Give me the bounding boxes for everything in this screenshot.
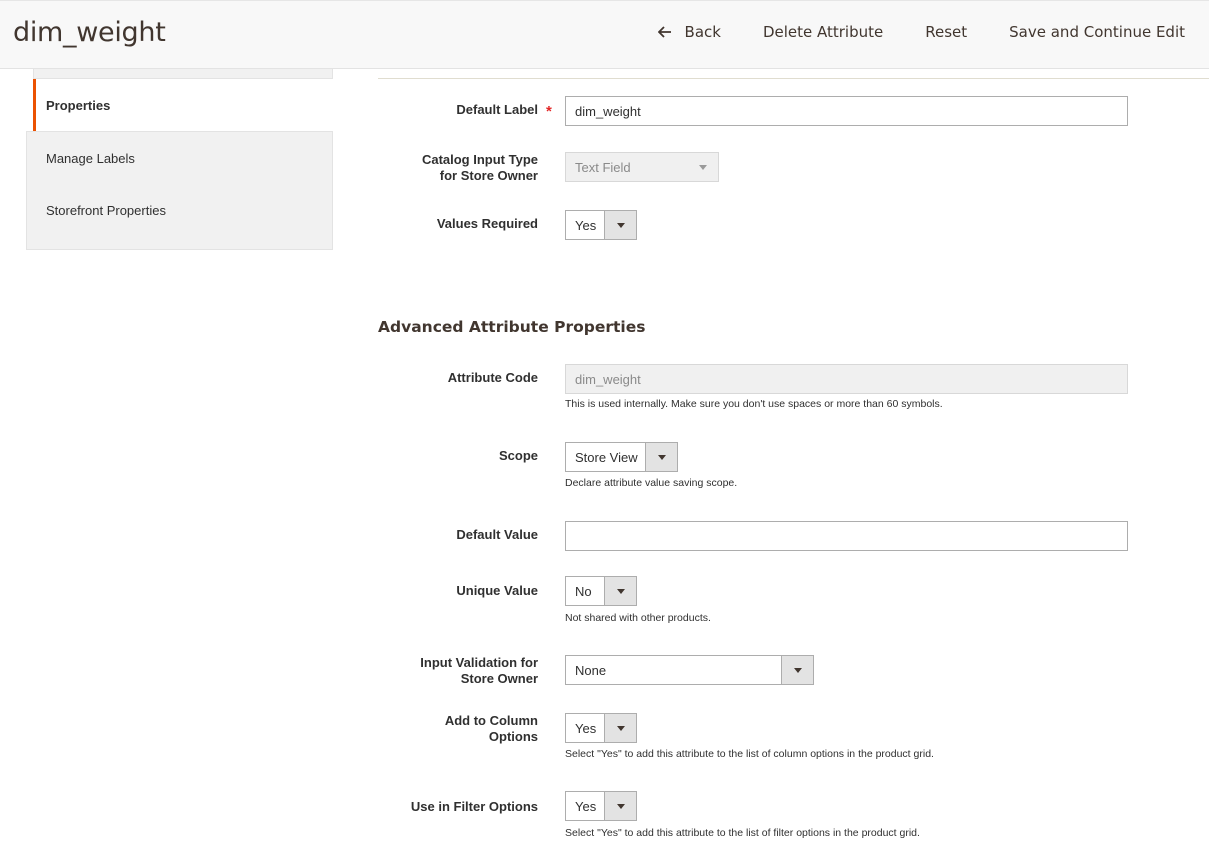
add-to-column-select[interactable]: Yes [565, 713, 637, 743]
delete-attribute-button[interactable]: Delete Attribute [763, 23, 883, 41]
scope-value: Store View [575, 449, 638, 465]
page-actions: Back Delete Attribute Reset Save and Con… [616, 23, 1185, 41]
back-button[interactable]: Back [657, 23, 721, 41]
input-validation-label: Input Validation for Store Owner [376, 655, 538, 687]
default-label-input[interactable]: dim_weight [565, 96, 1128, 126]
add-to-column-note: Select "Yes" to add this attribute to th… [565, 748, 934, 760]
input-validation-value: None [575, 662, 607, 678]
input-type-value: Text Field [575, 159, 631, 175]
input-validation-select[interactable]: None [565, 655, 814, 685]
use-in-filter-select[interactable]: Yes [565, 791, 637, 821]
sidebar-tab-list: Manage Labels Storefront Properties [26, 131, 333, 250]
use-in-filter-value: Yes [575, 798, 597, 814]
caret-down-icon [687, 153, 718, 181]
attribute-tabs-sidebar: Properties Manage Labels Storefront Prop… [26, 69, 333, 250]
values-required-select[interactable]: Yes [565, 210, 637, 240]
input-validation-label-line1: Input Validation for [420, 655, 538, 670]
default-value-input[interactable] [565, 521, 1128, 551]
input-validation-label-line2: Store Owner [460, 671, 538, 686]
scope-select[interactable]: Store View [565, 442, 678, 472]
required-asterisk: * [546, 103, 552, 120]
sidebar-top-edge [33, 69, 333, 79]
back-label: Back [684, 23, 721, 41]
tab-storefront-properties[interactable]: Storefront Properties [27, 184, 332, 236]
input-type-select: Text Field [565, 152, 719, 182]
use-in-filter-note: Select "Yes" to add this attribute to th… [565, 827, 920, 839]
add-to-column-label: Add to Column Options [376, 713, 538, 745]
tab-properties[interactable]: Properties [33, 79, 333, 131]
default-value-label: Default Value [456, 527, 538, 542]
arrow-left-icon [657, 26, 671, 38]
use-in-filter-label: Use in Filter Options [410, 799, 538, 814]
tab-manage-labels[interactable]: Manage Labels [27, 132, 332, 184]
unique-value-select[interactable]: No [565, 576, 637, 606]
caret-down-icon [604, 714, 636, 742]
values-required-value: Yes [575, 217, 597, 233]
page-header: dim_weight Back Delete Attribute Reset S… [0, 0, 1209, 69]
unique-value-value: No [575, 583, 592, 599]
attribute-code-label: Attribute Code [447, 370, 538, 385]
caret-down-icon [604, 211, 636, 239]
default-label-label: Default Label [456, 102, 538, 117]
attribute-code-note: This is used internally. Make sure you d… [565, 398, 943, 410]
input-type-label-line1: Catalog Input Type [421, 152, 538, 167]
input-type-label-line2: for Store Owner [439, 168, 538, 183]
save-and-continue-button[interactable]: Save and Continue Edit [1009, 23, 1185, 41]
unique-value-label: Unique Value [456, 583, 538, 598]
caret-down-icon [781, 656, 813, 684]
scope-label: Scope [498, 448, 538, 463]
add-to-column-label-line2: Options [488, 729, 538, 744]
reset-button[interactable]: Reset [925, 23, 967, 41]
unique-value-note: Not shared with other products. [565, 612, 711, 624]
input-type-label: Catalog Input Type for Store Owner [376, 152, 538, 184]
page-title: dim_weight [13, 17, 166, 48]
values-required-label: Values Required [436, 216, 538, 231]
caret-down-icon [604, 792, 636, 820]
caret-down-icon [604, 577, 636, 605]
attribute-code-input: dim_weight [565, 364, 1128, 394]
add-to-column-label-line1: Add to Column [444, 713, 538, 728]
section-divider [378, 78, 1209, 79]
scope-note: Declare attribute value saving scope. [565, 477, 738, 489]
caret-down-icon [645, 443, 677, 471]
add-to-column-value: Yes [575, 720, 597, 736]
advanced-section-title: Advanced Attribute Properties [378, 318, 646, 336]
